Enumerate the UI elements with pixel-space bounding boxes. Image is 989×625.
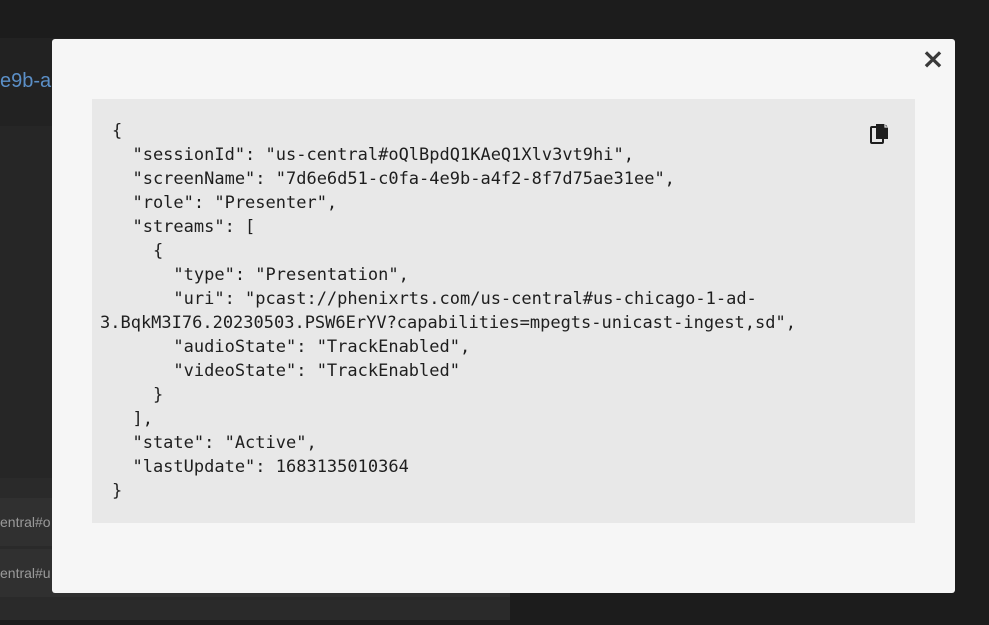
json-line: ], [112,409,153,429]
json-line: "uri": "pcast://phenixrts.com/us-central… [112,289,757,309]
json-line: { [112,241,164,261]
close-icon: × [921,42,945,75]
json-line: "audioState": "TrackEnabled", [112,337,471,357]
json-line: } [112,385,164,405]
json-line: "lastUpdate": 1683135010364 [112,457,409,477]
copy-icon [870,124,888,144]
json-line: } [112,481,123,501]
json-line: 3.BqkM3I76.20230503.PSW6ErYV?capabilitie… [100,313,796,333]
json-code-block: { "sessionId": "us-central#oQlBpdQ1KAeQ1… [92,99,915,523]
close-button[interactable]: × [921,45,945,73]
json-line: "videoState": "TrackEnabled" [112,361,460,381]
json-line: { [112,121,123,141]
background-header-title: e9b-a [0,70,52,92]
json-line: "state": "Active", [112,433,317,453]
json-line: "sessionId": "us-central#oQlBpdQ1KAeQ1Xl… [112,145,634,165]
copy-button[interactable] [869,123,891,147]
json-line: "screenName": "7d6e6d51-c0fa-4e9b-a4f2-8… [112,169,675,189]
json-modal: × { "sessionId": "us-central#oQlBpdQ1KAe… [52,39,955,593]
json-line: "type": "Presentation", [112,265,409,285]
json-line: "role": "Presenter", [112,193,338,213]
json-line: "streams": [ [112,217,256,237]
json-text: { "sessionId": "us-central#oQlBpdQ1KAeQ1… [100,119,915,503]
